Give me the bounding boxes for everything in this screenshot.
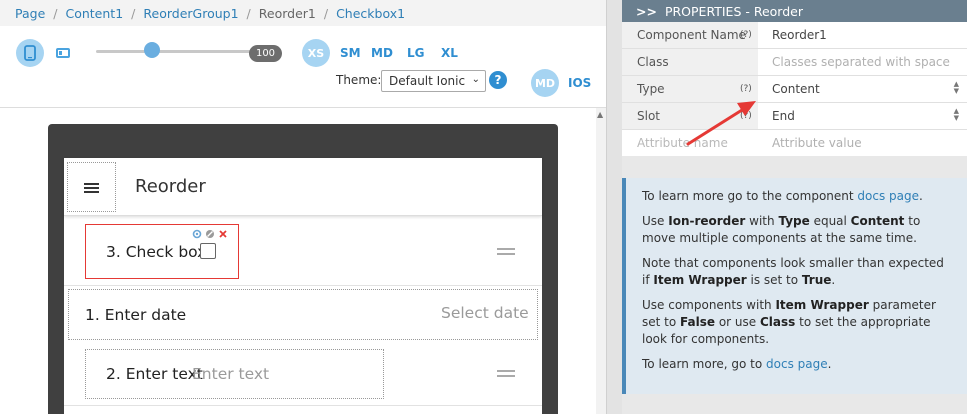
size-md-button[interactable]: MD — [371, 46, 393, 60]
phone-view-button[interactable] — [16, 39, 44, 67]
hide-icon[interactable] — [205, 229, 215, 239]
updown-arrows-icon: ▲ ▼ — [953, 80, 959, 95]
help-icon[interactable]: ? — [489, 71, 507, 89]
info-paragraph: To learn more go to the component docs p… — [642, 189, 923, 203]
prop-key: Type — [622, 76, 758, 102]
date-picker-placeholder[interactable]: Select date — [441, 304, 529, 322]
gear-icon[interactable] — [192, 229, 202, 239]
properties-header: >> PROPERTIES - Reorder — [622, 0, 967, 22]
breadcrumb-reorder1[interactable]: Reorder1 — [253, 6, 321, 29]
device-screen: Reorder 3. Check box 1. Enter date Selec — [64, 158, 542, 414]
updown-arrows-icon: ▲ ▼ — [953, 107, 959, 122]
pane-splitter[interactable] — [606, 0, 622, 414]
checkbox[interactable] — [200, 243, 216, 259]
reorder-handle-icon[interactable] — [497, 248, 515, 256]
hamburger-icon — [84, 182, 99, 193]
prop-row-class: Class Classes separated with space — [622, 49, 967, 76]
checkbox-label: 3. Check box — [106, 243, 207, 261]
item-divider — [64, 405, 542, 406]
zoom-slider-thumb[interactable] — [144, 42, 160, 58]
zoom-value-badge: 100 — [249, 45, 282, 62]
slot-select[interactable]: End ▲ ▼ — [758, 103, 967, 129]
theme-select-value: Default Ionic — [389, 74, 466, 88]
breadcrumb-separator: / — [246, 5, 251, 21]
size-sm-button[interactable]: SM — [340, 46, 361, 60]
docs-link[interactable]: docs page — [857, 189, 919, 203]
docs-link[interactable]: docs page — [766, 357, 828, 371]
attribute-value-input[interactable]: Attribute value — [758, 130, 967, 156]
info-paragraph: Use Ion-reorder with Type equal Content … — [642, 214, 921, 245]
menu-button[interactable] — [67, 162, 116, 212]
ion-toolbar: Reorder — [64, 158, 542, 216]
prop-help-hint[interactable]: (?) — [740, 30, 752, 40]
breadcrumb-reordergroup1[interactable]: ReorderGroup1 — [143, 6, 238, 21]
properties-panel: >> PROPERTIES - Reorder Component Name (… — [622, 0, 967, 414]
scroll-up-icon[interactable]: ▲ — [597, 110, 603, 119]
preview-scrollbar[interactable]: ▲ — [596, 108, 606, 414]
prop-row-slot: Slot (?) End ▲ ▼ — [622, 103, 967, 130]
theme-select[interactable]: Default Ionic ⌄ — [381, 70, 486, 92]
date-item-label: 1. Enter date — [85, 306, 187, 324]
info-paragraph: To learn more, go to docs page. — [642, 357, 832, 371]
breadcrumb-separator: / — [323, 5, 329, 21]
component-name-input[interactable]: Reorder1 — [758, 22, 967, 48]
class-input[interactable]: Classes separated with space — [758, 49, 967, 75]
collapse-panel-icon[interactable]: >> — [636, 4, 657, 19]
info-paragraph: Note that components look smaller than e… — [642, 256, 944, 287]
prop-key: Component Name — [622, 22, 758, 48]
page-title: Reorder — [135, 176, 206, 197]
reorder-handle-icon[interactable] — [497, 370, 515, 378]
breadcrumb-separator: / — [53, 5, 58, 21]
phone-icon — [24, 45, 36, 61]
prop-key: Class — [622, 49, 758, 75]
breadcrumb-page[interactable]: Page — [15, 6, 45, 21]
attribute-name-input[interactable]: Attribute name — [622, 130, 758, 156]
breadcrumb-separator: / — [131, 5, 136, 21]
theme-label: Theme: — [336, 73, 382, 87]
slot-select-value: End — [772, 109, 795, 123]
prop-row-type: Type (?) Content ▲ ▼ — [622, 76, 967, 103]
mode-md-button[interactable]: MD — [531, 69, 559, 97]
breadcrumb-content1[interactable]: Content1 — [65, 6, 123, 21]
size-lg-button[interactable]: LG — [407, 46, 425, 60]
designer-pane: Page / Content1 / ReorderGroup1 / Reorde… — [0, 0, 606, 414]
properties-title: PROPERTIES - Reorder — [664, 3, 803, 19]
prop-help-hint[interactable]: (?) — [740, 111, 752, 121]
info-box: To learn more go to the component docs p… — [622, 178, 967, 394]
prop-row-component-name: Component Name (?) Reorder1 — [622, 22, 967, 49]
zoom-slider[interactable] — [96, 50, 254, 53]
text-item-label: 2. Enter text — [106, 365, 203, 383]
prop-key: Slot — [622, 103, 758, 129]
delete-icon[interactable] — [218, 229, 228, 239]
breadcrumb-checkbox1[interactable]: Checkbox1 — [336, 6, 405, 21]
info-paragraph: Use components with Item Wrapper paramet… — [642, 298, 936, 346]
mode-ios-button[interactable]: IOS — [568, 76, 591, 90]
breadcrumb: Page / Content1 / ReorderGroup1 / Reorde… — [0, 0, 606, 29]
prop-row-attribute: Attribute name Attribute value — [622, 130, 967, 157]
size-xl-button[interactable]: XL — [441, 46, 458, 60]
chevron-down-icon: ⌄ — [471, 74, 480, 85]
preview-toolbar: 100 XS SM MD LG XL Theme: Default Ionic … — [0, 26, 606, 108]
type-select-value: Content — [772, 82, 820, 96]
item-divider — [64, 285, 542, 286]
edit-controls — [192, 229, 228, 239]
size-xs-button[interactable]: XS — [302, 39, 330, 67]
prop-help-hint[interactable]: (?) — [740, 84, 752, 94]
text-input[interactable]: Enter text — [192, 365, 269, 383]
tablet-view-icon[interactable] — [56, 48, 70, 58]
type-select[interactable]: Content ▲ ▼ — [758, 76, 967, 102]
